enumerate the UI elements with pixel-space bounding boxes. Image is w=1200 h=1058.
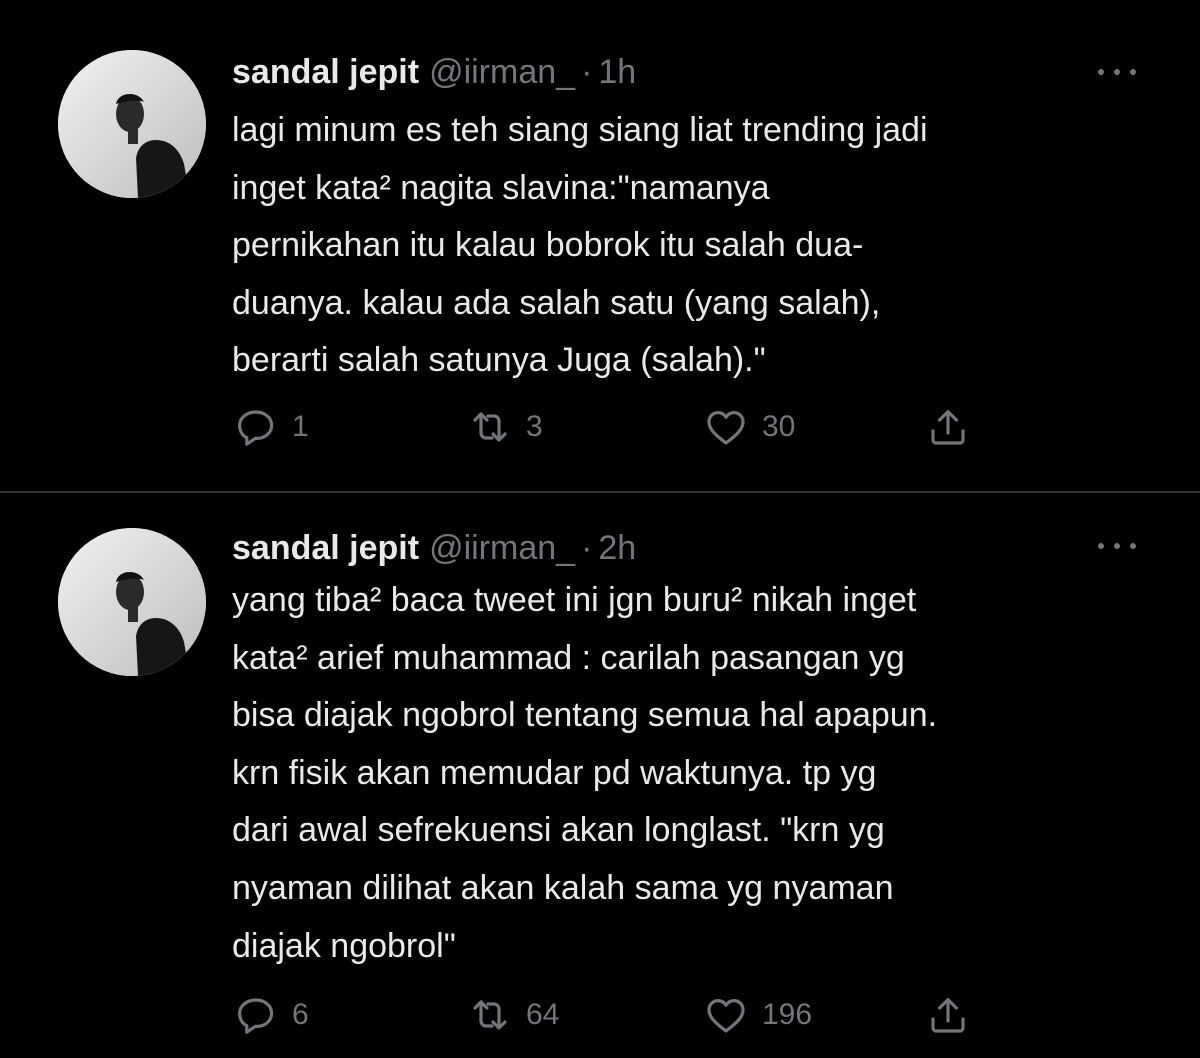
tweet-actions: 6 64 196 xyxy=(232,990,1012,1040)
avatar[interactable] xyxy=(58,50,206,198)
more-icon[interactable] xyxy=(1094,62,1140,82)
share-button[interactable] xyxy=(924,990,972,1040)
share-icon xyxy=(931,410,965,445)
heart-icon xyxy=(707,999,745,1033)
like-button[interactable]: 30 xyxy=(702,402,795,452)
display-name[interactable]: sandal jepit xyxy=(232,53,419,91)
retweet-button[interactable]: 3 xyxy=(466,402,543,452)
avatar[interactable] xyxy=(58,528,206,676)
display-name[interactable]: sandal jepit xyxy=(232,529,419,567)
retweet-icon xyxy=(473,412,507,442)
user-handle[interactable]: @iirman_ xyxy=(429,529,575,567)
tweet-header: sandal jepit @iirman_ · 2h xyxy=(232,526,636,570)
more-icon[interactable] xyxy=(1094,536,1140,556)
timestamp[interactable]: 2h xyxy=(598,529,636,567)
heart-icon xyxy=(707,411,745,445)
retweet-button[interactable]: 64 xyxy=(466,990,559,1040)
retweet-icon xyxy=(473,1000,507,1030)
reply-count: 6 xyxy=(292,998,309,1031)
timestamp[interactable]: 1h xyxy=(598,53,636,91)
tweet-header: sandal jepit @iirman_ · 1h xyxy=(232,50,636,94)
reply-icon xyxy=(238,998,274,1034)
share-button[interactable] xyxy=(924,402,972,452)
reply-button[interactable]: 6 xyxy=(232,990,309,1040)
reply-icon xyxy=(238,410,274,446)
tweet[interactable]: sandal jepit @iirman_ · 2h yang tiba² baca … xyxy=(0,493,1200,1058)
like-button[interactable]: 196 xyxy=(702,990,812,1040)
tweet-text: yang tiba² baca tweet ini jgn buru² nika… xyxy=(232,581,938,965)
user-handle[interactable]: @iirman_ xyxy=(429,53,575,91)
share-icon xyxy=(931,998,965,1033)
tweet-text: lagi minum es teh siang siang liat trend… xyxy=(232,111,928,380)
like-count: 196 xyxy=(762,998,813,1031)
reply-button[interactable]: 1 xyxy=(232,402,309,452)
separator-dot: · xyxy=(581,53,593,91)
like-count: 30 xyxy=(762,410,796,443)
tweet-actions: 1 3 30 xyxy=(232,402,1012,452)
retweet-count: 64 xyxy=(526,998,560,1031)
retweet-count: 3 xyxy=(526,410,543,443)
reply-count: 1 xyxy=(292,410,309,443)
separator-dot: · xyxy=(581,529,593,567)
tweet[interactable]: sandal jepit @iirman_ · 1h lagi minum es te… xyxy=(0,0,1200,492)
